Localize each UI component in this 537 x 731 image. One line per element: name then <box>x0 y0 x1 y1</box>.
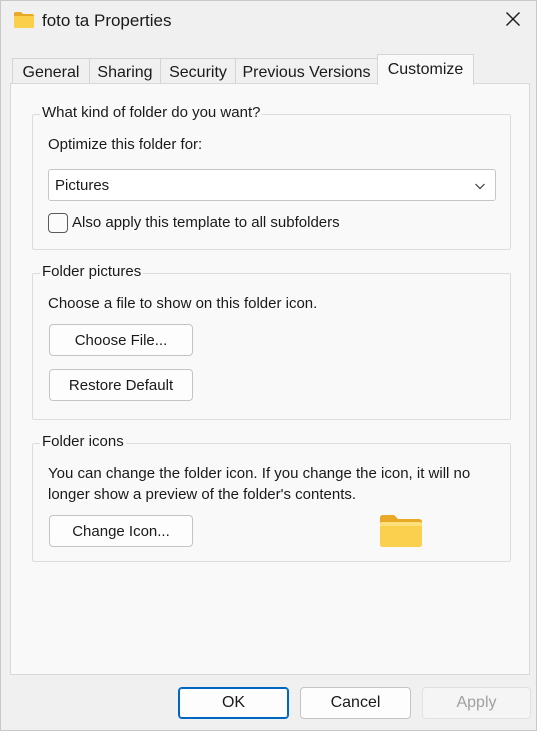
change-icon-button[interactable]: Change Icon... <box>49 515 193 547</box>
tab-general[interactable]: General <box>12 58 90 86</box>
apply-subfolders-checkbox-row[interactable]: Also apply this template to all subfolde… <box>48 212 340 233</box>
folder-icons-group: Folder icons You can change the folder i… <box>32 433 511 562</box>
chevron-down-icon <box>474 179 486 191</box>
tab-security[interactable]: Security <box>160 58 236 86</box>
apply-subfolders-checkbox[interactable] <box>48 212 68 233</box>
group-title: Folder pictures <box>40 263 144 280</box>
optimize-folder-select[interactable]: Pictures <box>48 169 496 201</box>
apply-button: Apply <box>422 687 531 719</box>
tab-sharing[interactable]: Sharing <box>89 58 161 86</box>
tab-customize[interactable]: Customize <box>377 54 474 85</box>
customize-panel: What kind of folder do you want? Optimiz… <box>10 83 530 675</box>
properties-dialog: foto ta Properties General Sharing Secur… <box>0 0 537 731</box>
folder-icons-description-line1: You can change the folder icon. If you c… <box>48 465 471 482</box>
group-title: What kind of folder do you want? <box>40 104 263 121</box>
checkbox-label: Also apply this template to all subfolde… <box>72 214 340 231</box>
close-icon <box>505 11 521 31</box>
choose-file-button[interactable]: Choose File... <box>49 324 193 356</box>
restore-default-button[interactable]: Restore Default <box>49 369 193 401</box>
ok-button[interactable]: OK <box>178 687 289 719</box>
folder-pictures-description: Choose a file to show on this folder ico… <box>48 295 318 312</box>
folder-type-group: What kind of folder do you want? Optimiz… <box>32 104 511 250</box>
optimize-label: Optimize this folder for: <box>48 136 203 153</box>
folder-icon <box>379 514 423 548</box>
folder-icon <box>13 11 35 29</box>
close-button[interactable] <box>490 1 536 41</box>
tab-previous-versions[interactable]: Previous Versions <box>235 58 378 86</box>
title-bar: foto ta Properties <box>1 1 536 41</box>
cancel-button[interactable]: Cancel <box>300 687 411 719</box>
folder-pictures-group: Folder pictures Choose a file to show on… <box>32 263 511 420</box>
select-value: Pictures <box>55 176 110 194</box>
window-title: foto ta Properties <box>42 11 172 30</box>
folder-icons-description-line2: longer show a preview of the folder's co… <box>48 486 357 503</box>
group-title: Folder icons <box>40 433 126 450</box>
